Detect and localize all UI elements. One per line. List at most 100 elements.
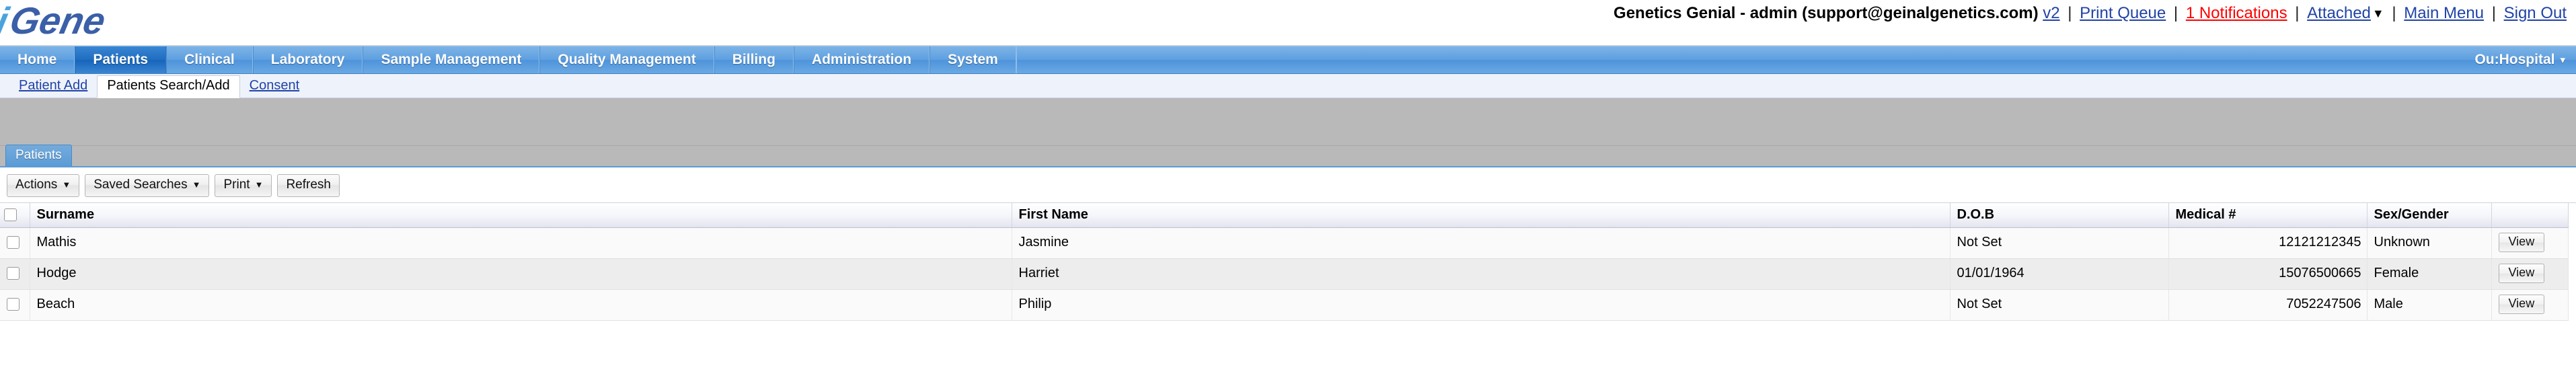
separator: | [2068, 4, 2072, 22]
notifications-link[interactable]: 1 Notifications [2186, 4, 2287, 22]
subnav-item-consent[interactable]: Consent [240, 76, 309, 98]
cell-first-name: Jasmine [1012, 227, 1950, 259]
panel-tab-strip: Patients [0, 145, 2576, 167]
column-header-medical-no[interactable]: Medical # [2168, 202, 2367, 228]
view-button[interactable]: View [2498, 295, 2545, 315]
gray-spacer-band [0, 98, 2576, 146]
nav-label: Patients [93, 52, 149, 67]
saved-searches-button[interactable]: Saved Searches ▼ [85, 174, 210, 197]
nav-label: Administration [811, 52, 912, 67]
chevron-down-icon: ▼ [192, 179, 201, 190]
content-panel: Actions ▼ Saved Searches ▼ Print ▼ Refresh [0, 167, 2576, 321]
nav-label: Billing [732, 52, 775, 67]
chevron-down-icon: ▼ [62, 179, 71, 190]
patients-table-body: Mathis Jasmine Not Set 12121212345 Unkno… [0, 227, 2569, 321]
cell-sex-gender: Female [2367, 258, 2492, 290]
print-queue-link[interactable]: Print Queue [2080, 4, 2166, 22]
ou-label: Ou:Hospital [2474, 52, 2555, 67]
nav-item-quality-management[interactable]: Quality Management [539, 46, 714, 73]
row-select-cell[interactable] [0, 258, 30, 290]
tab-patients[interactable]: Patients [5, 145, 72, 166]
main-navigation: Home Patients Clinical Laboratory Sample… [0, 46, 2576, 74]
nav-label: Home [17, 52, 57, 67]
cell-medical-no: 12121212345 [2168, 227, 2367, 259]
igene-logo[interactable]: i Gene [0, 0, 175, 46]
cell-dob: Not Set [1950, 227, 2169, 259]
row-checkbox[interactable] [7, 298, 20, 311]
svg-text:Gene: Gene [6, 1, 109, 42]
subnav-item-patient-add[interactable]: Patient Add [9, 76, 97, 98]
separator: | [2295, 4, 2300, 22]
nav-label: Clinical [184, 52, 235, 67]
separator: | [2173, 4, 2179, 22]
cell-sex-gender: Male [2367, 289, 2492, 321]
grid-toolbar: Actions ▼ Saved Searches ▼ Print ▼ Refresh [0, 167, 2576, 203]
version-link[interactable]: v2 [2043, 4, 2059, 22]
header-account-bar: Genetics Genial - admin (support@geinalg… [1614, 4, 2567, 23]
nav-item-sample-management[interactable]: Sample Management [363, 46, 540, 73]
table-row[interactable]: Mathis Jasmine Not Set 12121212345 Unkno… [0, 227, 2569, 259]
separator: | [2491, 4, 2496, 22]
column-header-dob[interactable]: D.O.B [1950, 202, 2169, 228]
print-button[interactable]: Print ▼ [215, 174, 272, 197]
row-select-cell[interactable] [0, 289, 30, 321]
nav-label: System [948, 52, 998, 67]
column-header-action [2491, 202, 2569, 228]
cell-action: View [2491, 258, 2569, 290]
nav-label: Sample Management [381, 52, 522, 67]
table-row[interactable]: Hodge Harriet 01/01/1964 15076500665 Fem… [0, 258, 2569, 290]
separator: | [2392, 4, 2396, 22]
table-header-row: Surname First Name D.O.B Medical # Sex/G… [0, 202, 2569, 228]
row-checkbox[interactable] [7, 267, 20, 280]
subnav-item-patients-search-add[interactable]: Patients Search/Add [97, 75, 240, 98]
cell-dob: Not Set [1950, 289, 2169, 321]
column-header-select-all[interactable] [0, 202, 30, 228]
chevron-down-icon[interactable]: ▼ [2372, 7, 2384, 21]
cell-dob: 01/01/1964 [1950, 258, 2169, 290]
main-menu-link[interactable]: Main Menu [2404, 4, 2484, 22]
nav-item-laboratory[interactable]: Laboratory [252, 46, 363, 73]
saved-searches-label: Saved Searches [93, 178, 188, 192]
refresh-label: Refresh [286, 178, 331, 192]
nav-item-administration[interactable]: Administration [793, 46, 930, 73]
row-select-cell[interactable] [0, 227, 30, 259]
column-header-first-name[interactable]: First Name [1012, 202, 1950, 228]
print-label: Print [223, 178, 250, 192]
sign-out-link[interactable]: Sign Out [2504, 4, 2567, 22]
cell-first-name: Philip [1012, 289, 1950, 321]
view-button[interactable]: View [2498, 233, 2545, 253]
column-header-surname[interactable]: Surname [30, 202, 1012, 228]
nav-label: Quality Management [558, 52, 696, 67]
ou-selector[interactable]: Ou:Hospital ▾ [2468, 46, 2576, 73]
cell-sex-gender: Unknown [2367, 227, 2492, 259]
refresh-button[interactable]: Refresh [277, 174, 340, 197]
nav-spacer [1016, 46, 2468, 73]
cell-medical-no: 7052247506 [2168, 289, 2367, 321]
column-header-sex-gender[interactable]: Sex/Gender [2367, 202, 2492, 228]
nav-item-clinical[interactable]: Clinical [166, 46, 253, 73]
attached-link[interactable]: Attached [2307, 4, 2371, 22]
nav-item-billing[interactable]: Billing [714, 46, 794, 73]
account-label: Genetics Genial - admin (support@geinalg… [1614, 4, 2039, 22]
cell-surname: Hodge [30, 258, 1012, 290]
cell-action: View [2491, 227, 2569, 259]
nav-item-system[interactable]: System [930, 46, 1016, 73]
cell-medical-no: 15076500665 [2168, 258, 2367, 290]
select-all-checkbox[interactable] [4, 208, 17, 221]
cell-action: View [2491, 289, 2569, 321]
cell-surname: Beach [30, 289, 1012, 321]
actions-label: Actions [15, 178, 58, 192]
chevron-down-icon: ▾ [2560, 54, 2565, 66]
cell-first-name: Harriet [1012, 258, 1950, 290]
patients-grid-wrapper: Surname First Name D.O.B Medical # Sex/G… [0, 202, 2576, 321]
row-checkbox[interactable] [7, 236, 20, 249]
chevron-down-icon: ▼ [254, 179, 264, 190]
table-row[interactable]: Beach Philip Not Set 7052247506 Male Vie… [0, 289, 2569, 321]
view-button[interactable]: View [2498, 264, 2545, 284]
actions-button[interactable]: Actions ▼ [7, 174, 80, 197]
top-header: i Gene Genetics Genial - admin (support@… [0, 0, 2576, 46]
patients-table: Surname First Name D.O.B Medical # Sex/G… [0, 202, 2569, 321]
nav-item-patients[interactable]: Patients [75, 46, 167, 73]
nav-item-home[interactable]: Home [0, 46, 75, 73]
cell-surname: Mathis [30, 227, 1012, 259]
